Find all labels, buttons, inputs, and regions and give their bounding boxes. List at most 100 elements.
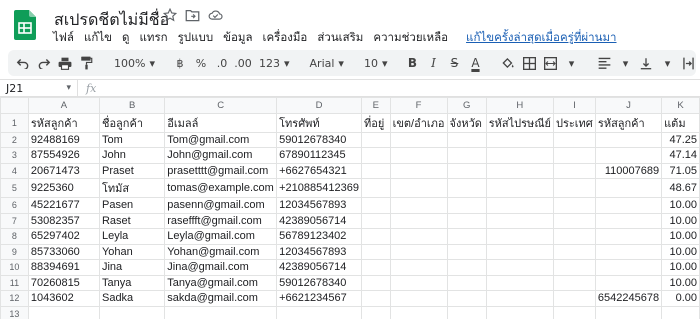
formula-input[interactable] [96,80,700,96]
column-header-i[interactable]: I [552,97,596,114]
cell-d12[interactable]: +6621234567 [276,290,362,307]
row-header[interactable]: 2 [0,131,29,148]
cell-e2[interactable] [360,131,391,148]
text-wrap-icon[interactable] [679,53,697,73]
row-header[interactable]: 10 [0,259,29,276]
cell-a11[interactable]: 70260815 [27,274,100,291]
cell-c6[interactable]: pasenn@gmail.com [164,197,278,214]
row-header[interactable]: 7 [0,212,29,229]
column-header-a[interactable]: A [27,97,100,114]
cell-a5[interactable]: 9225360 [27,178,100,198]
cell-g9[interactable] [446,243,487,260]
cell-a4[interactable]: 20671473 [27,162,100,179]
column-header-c[interactable]: C [164,97,278,114]
cell-e9[interactable] [360,243,391,260]
cell-k1[interactable]: แต้ม [661,112,700,133]
row-header[interactable]: 11 [0,274,29,291]
cell-h9[interactable] [485,243,554,260]
cell-d1[interactable]: โทรศัพท์ [276,112,362,133]
cell-f1[interactable]: เขต/อำเภอ [389,112,448,133]
menu-tools[interactable]: เครื่องมือ [263,29,308,47]
column-header-g[interactable]: G [446,97,487,114]
cell-f8[interactable] [389,228,448,245]
cell-b4[interactable]: Praset [98,162,166,179]
cell-k7[interactable]: 10.00 [661,212,700,229]
cell-f11[interactable] [389,274,448,291]
cell-e8[interactable] [360,228,391,245]
cell-c10[interactable]: Jina@gmail.com [164,259,278,276]
cell-g13[interactable] [446,305,487,319]
cell-i4[interactable] [552,162,596,179]
cell-j7[interactable] [594,212,663,229]
menu-view[interactable]: ดู [122,29,129,47]
cell-b1[interactable]: ชื่อลูกค้า [98,112,166,133]
cell-f13[interactable] [389,305,448,319]
cell-a9[interactable]: 85733060 [27,243,100,260]
zoom-select[interactable]: 100% ▾ [110,57,159,70]
cell-c5[interactable]: tomas@example.com [164,178,278,198]
font-size-select[interactable]: 10 ▾ [360,57,392,70]
row-header[interactable]: 5 [0,178,29,198]
move-to-folder-icon[interactable] [185,7,200,22]
cell-d8[interactable]: 56789123402 [276,228,362,245]
menu-help[interactable]: ความช่วยเหลือ [373,29,448,47]
cell-i9[interactable] [552,243,596,260]
more-formats-select[interactable]: 123 ▾ [255,57,294,70]
cell-g10[interactable] [446,259,487,276]
cell-k10[interactable]: 10.00 [661,259,700,276]
cell-e1[interactable]: ที่อยู่ [360,112,391,133]
cell-g7[interactable] [446,212,487,229]
cell-j2[interactable] [594,131,663,148]
chevron-down-icon[interactable]: ▾ [658,53,676,73]
cell-j8[interactable] [594,228,663,245]
column-header-f[interactable]: F [389,97,448,114]
redo-icon[interactable] [35,53,53,73]
italic-button[interactable]: I [424,53,442,73]
cell-g5[interactable] [446,178,487,198]
cell-c1[interactable]: อีเมลล์ [164,112,278,133]
name-box[interactable]: J21 ▾ [0,80,78,96]
cell-j5[interactable] [594,178,663,198]
cell-j3[interactable] [594,147,663,164]
cell-b3[interactable]: John [98,147,166,164]
cell-e12[interactable] [360,290,391,307]
cell-g6[interactable] [446,197,487,214]
cell-f5[interactable] [389,178,448,198]
column-header-e[interactable]: E [360,97,391,114]
cell-d6[interactable]: 12034567893 [276,197,362,214]
cell-g12[interactable] [446,290,487,307]
cell-c11[interactable]: Tanya@gmail.com [164,274,278,291]
row-header[interactable]: 8 [0,228,29,245]
horizontal-align-icon[interactable] [595,53,613,73]
font-select[interactable]: Arial ▾ [306,57,348,70]
cell-e5[interactable] [360,178,391,198]
column-header-j[interactable]: J [594,97,663,114]
menu-addons[interactable]: ส่วนเสริม [317,29,363,47]
menu-edit[interactable]: แก้ไข [84,29,112,47]
cell-e6[interactable] [360,197,391,214]
cell-i12[interactable] [552,290,596,307]
cell-b2[interactable]: Tom [98,131,166,148]
cell-a8[interactable]: 65297402 [27,228,100,245]
increase-decimal-button[interactable]: .00 [234,53,252,73]
last-edit-link[interactable]: แก้ไขครั้งล่าสุดเมื่อครู่ที่ผ่านมา [466,29,616,47]
cell-c7[interactable]: raseffft@gmail.com [164,212,278,229]
cell-f12[interactable] [389,290,448,307]
cell-b13[interactable] [98,305,166,319]
cell-d3[interactable]: 67890112345 [276,147,362,164]
cell-i6[interactable] [552,197,596,214]
cell-k2[interactable]: 47.25 [661,131,700,148]
cell-k12[interactable]: 0.00 [661,290,700,307]
cell-f3[interactable] [389,147,448,164]
select-all-corner[interactable] [0,97,29,114]
cell-h13[interactable] [485,305,554,319]
row-header[interactable]: 13 [0,305,29,319]
cell-d2[interactable]: 59012678340 [276,131,362,148]
star-icon[interactable] [162,7,177,22]
cell-b11[interactable]: Tanya [98,274,166,291]
menu-format[interactable]: รูปแบบ [178,29,214,47]
cell-k8[interactable]: 10.00 [661,228,700,245]
cell-c13[interactable] [164,305,278,319]
strikethrough-button[interactable]: S [445,53,463,73]
cell-h10[interactable] [485,259,554,276]
